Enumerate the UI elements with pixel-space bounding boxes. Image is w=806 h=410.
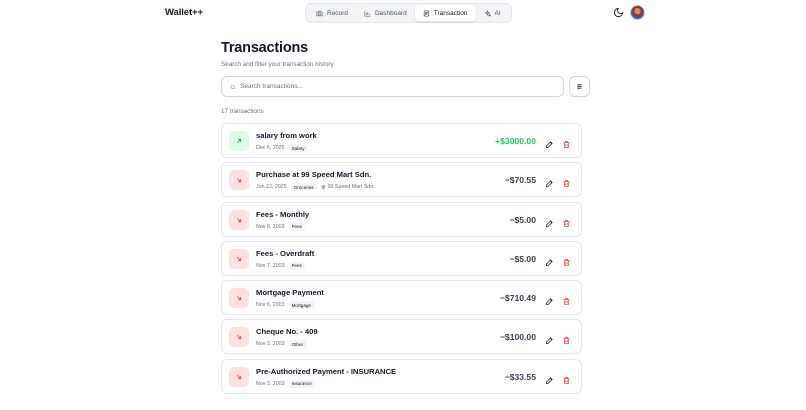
category-badge: Other	[288, 340, 307, 349]
merchant: 99 Speed Mart Sdn.	[321, 184, 375, 190]
nav-item-label: Dashboard	[374, 9, 407, 17]
transaction-list: salary from work Dec 6, 2025 Salary +$30…	[221, 123, 582, 398]
app-logo[interactable]: Wallet++	[165, 7, 203, 18]
arrow-up-right-icon	[237, 138, 242, 143]
trash-icon[interactable]	[562, 332, 571, 345]
merchant-name: 99 Speed Mart Sdn.	[327, 184, 375, 191]
sparkles-icon	[484, 9, 491, 17]
trash-icon[interactable]	[562, 372, 571, 384]
transaction-date: Dec 6, 2025	[256, 145, 285, 151]
transaction-row[interactable]: Pre-Authorized Payment - INSURANCE Nov 3…	[221, 358, 582, 394]
transaction-date: Jun 22, 2025	[256, 184, 287, 191]
transaction-name: salary from work	[256, 131, 317, 140]
sliders-icon	[577, 83, 582, 90]
transaction-meta: Nov 6, 2003 Mortgage	[256, 301, 314, 310]
bar-chart-icon	[364, 10, 371, 16]
transaction-meta: Jun 22, 2025 Groceries 99 Speed Mart Sdn…	[256, 183, 375, 192]
nav-item-label: Record	[327, 9, 348, 17]
transaction-type-icon	[229, 366, 249, 387]
transaction-meta: Nov 3, 2003 Insurance	[256, 379, 315, 388]
trash-icon[interactable]	[562, 175, 571, 188]
pencil-icon[interactable]	[545, 136, 554, 148]
trash-icon[interactable]	[562, 215, 571, 227]
nav-item-label: AI	[494, 9, 501, 17]
transaction-type-icon	[229, 131, 249, 151]
arrow-down-right-icon	[237, 217, 242, 222]
transaction-name: Pre-Authorized Payment - INSURANCE	[256, 366, 397, 376]
transaction-amount: −$5.00	[509, 214, 536, 225]
camera-icon	[316, 10, 323, 16]
transaction-name: Cheque No. - 409	[256, 327, 318, 337]
category-badge: Mortgage	[288, 301, 314, 310]
arrow-down-right-icon	[237, 374, 242, 379]
transaction-row[interactable]: Fees - Overdraft Nov 7, 2003 Fees −$5.00	[221, 240, 582, 276]
receipt-icon	[423, 10, 429, 16]
nav-item-ai[interactable]: AI	[476, 5, 509, 21]
pencil-icon[interactable]	[545, 175, 554, 188]
filter-button[interactable]	[569, 76, 590, 97]
nav-item-dashboard[interactable]: Dashboard	[356, 5, 415, 21]
trash-icon[interactable]	[562, 293, 571, 306]
category-badge: Fees	[288, 261, 305, 270]
pencil-icon[interactable]	[545, 293, 554, 306]
transaction-row[interactable]: salary from work Dec 6, 2025 Salary +$30…	[221, 123, 582, 158]
transaction-amount: −$100.00	[499, 332, 536, 343]
transaction-meta: Nov 7, 2003 Fees	[256, 261, 305, 270]
transaction-name: Fees - Overdraft	[256, 248, 315, 258]
transaction-type-icon	[229, 327, 249, 348]
page-subtitle: Search and filter your transaction histo…	[221, 61, 334, 68]
transaction-amount: −$5.00	[509, 253, 536, 264]
trash-icon[interactable]	[562, 254, 571, 266]
category-badge: Insurance	[288, 379, 315, 388]
transaction-amount: +$3000.00	[495, 136, 536, 146]
search-icon	[230, 84, 236, 90]
arrow-down-right-icon	[237, 335, 242, 340]
moon-icon[interactable]	[613, 7, 624, 18]
pencil-icon[interactable]	[545, 372, 554, 384]
main-nav: Record Dashboard Transaction AI	[305, 3, 512, 23]
transaction-type-icon	[229, 170, 249, 191]
transaction-type-icon	[229, 209, 249, 230]
transaction-row[interactable]: Cheque No. - 409 Nov 3, 2003 Other −$100…	[221, 319, 582, 355]
transaction-amount: −$33.55	[504, 371, 536, 382]
transaction-count: 17 transactions	[221, 108, 264, 115]
transaction-meta: Nov 8, 2003 Fees	[256, 222, 305, 231]
category-badge: Salary	[288, 144, 308, 152]
nav-item-label: Transaction	[433, 9, 468, 17]
transaction-row[interactable]: Mortgage Payment Nov 6, 2003 Mortgage −$…	[221, 280, 582, 316]
category-badge: Fees	[288, 222, 305, 231]
transaction-name: Purchase at 99 Speed Mart Sdn.	[256, 170, 372, 180]
transaction-name: Mortgage Payment	[256, 288, 324, 298]
transaction-name: Fees - Monthly	[256, 209, 310, 219]
transaction-type-icon	[229, 248, 249, 269]
arrow-down-right-icon	[237, 296, 242, 301]
nav-item-record[interactable]: Record	[308, 5, 356, 21]
transaction-date: Nov 8, 2003	[256, 223, 285, 230]
transaction-amount: −$710.49	[499, 293, 536, 304]
transaction-amount: −$70.55	[504, 175, 536, 186]
transaction-date: Nov 7, 2003	[256, 262, 285, 269]
transaction-date: Nov 6, 2003	[256, 302, 285, 309]
search-box	[221, 76, 564, 97]
nav-item-transaction[interactable]: Transaction	[414, 5, 476, 21]
top-bar: Wallet++ Record Dashboard Transaction AI	[0, 0, 806, 26]
user-avatar[interactable]	[630, 5, 645, 20]
transaction-meta: Nov 3, 2003 Other	[256, 340, 307, 349]
pencil-icon[interactable]	[545, 254, 554, 266]
map-pin-icon	[321, 185, 326, 190]
transaction-meta: Dec 6, 2025 Salary	[256, 144, 308, 152]
transaction-row[interactable]: Fees - Monthly Nov 8, 2003 Fees −$5.00	[221, 201, 582, 237]
category-badge: Groceries	[290, 183, 317, 192]
trash-icon[interactable]	[562, 136, 571, 148]
transaction-row[interactable]: Purchase at 99 Speed Mart Sdn. Jun 22, 2…	[221, 162, 582, 198]
transaction-date: Nov 3, 2003	[256, 341, 285, 348]
pencil-icon[interactable]	[545, 215, 554, 227]
transaction-date: Nov 3, 2003	[256, 380, 285, 387]
pencil-icon[interactable]	[545, 332, 554, 345]
search-input[interactable]	[240, 79, 550, 94]
arrow-down-right-icon	[237, 178, 242, 183]
page-title: Transactions	[221, 40, 309, 56]
transaction-type-icon	[229, 288, 249, 309]
arrow-down-right-icon	[237, 256, 242, 261]
